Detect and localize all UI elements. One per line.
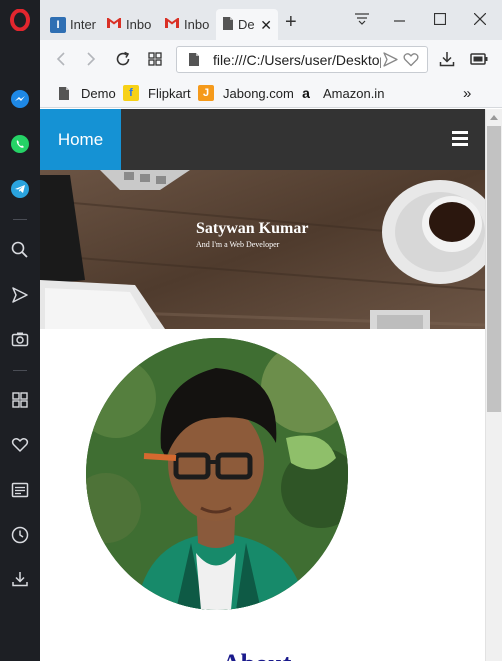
whatsapp-icon[interactable] xyxy=(8,132,32,156)
close-icon[interactable]: ✕ xyxy=(260,17,272,34)
speed-dial-icon[interactable] xyxy=(8,388,32,412)
bookmark-heart-icon[interactable] xyxy=(403,52,419,72)
back-button[interactable] xyxy=(50,48,72,70)
bookmark-amazon[interactable]: a Amazon.in xyxy=(298,83,384,103)
bookmark-demo[interactable]: Demo xyxy=(56,83,116,103)
home-link[interactable]: Home xyxy=(40,109,121,170)
is-icon: I xyxy=(50,16,66,33)
bookmarks-bar: Demo f Flipkart J Jabong.com a Amazon.in… xyxy=(40,78,502,108)
tab-strip: I Inter Inbo Inbo De ✕ + xyxy=(40,0,502,40)
profile-photo xyxy=(86,338,348,610)
send-icon[interactable] xyxy=(383,52,398,72)
tab-inbox-2[interactable]: Inbo xyxy=(158,9,214,40)
battery-saver-icon[interactable] xyxy=(468,48,490,70)
file-icon xyxy=(188,52,200,72)
profile-photo-image xyxy=(86,338,348,610)
jabong-icon: J xyxy=(198,85,214,101)
news-icon[interactable] xyxy=(8,478,32,502)
bookmark-label: Flipkart xyxy=(148,85,191,101)
bookmark-jabong[interactable]: J Jabong.com xyxy=(198,83,294,103)
tab-label: Inbo xyxy=(126,17,152,32)
telegram-icon[interactable] xyxy=(8,177,32,201)
opera-logo-icon[interactable] xyxy=(8,8,32,32)
flipkart-icon: f xyxy=(123,85,139,101)
bookmark-label: Jabong.com xyxy=(223,85,294,101)
tab-label: De xyxy=(238,17,255,32)
address-bar[interactable]: file:///C:/Users/user/Desktop xyxy=(176,46,428,73)
tab-desktop[interactable]: De ✕ xyxy=(216,9,278,40)
tab-inbox-1[interactable]: Inbo xyxy=(100,9,156,40)
sidebar-divider xyxy=(13,370,27,371)
about-heading: About xyxy=(222,649,291,661)
chevron-double-right-icon: » xyxy=(463,84,472,102)
hamburger-menu-icon[interactable] xyxy=(452,131,468,146)
site-navbar: Home xyxy=(40,109,485,170)
opera-sidebar xyxy=(0,0,40,661)
scrollbar-thumb[interactable] xyxy=(487,126,501,412)
desk-background-image xyxy=(40,170,485,329)
tab-menu-icon[interactable] xyxy=(352,10,372,28)
download-button[interactable] xyxy=(436,48,458,70)
history-icon[interactable] xyxy=(8,523,32,547)
close-window-icon[interactable] xyxy=(470,10,490,28)
tab-label: Inbo xyxy=(184,17,210,32)
tab-inter[interactable]: I Inter xyxy=(44,9,98,40)
scroll-up-arrow-icon[interactable] xyxy=(486,109,502,125)
search-icon[interactable] xyxy=(8,238,32,262)
maximize-icon[interactable] xyxy=(430,10,450,28)
messenger-icon[interactable] xyxy=(8,87,32,111)
address-bar-row: file:///C:/Users/user/Desktop xyxy=(40,40,502,78)
page-viewport: Home Satywan Kumar And I'm a Web Develop… xyxy=(40,109,485,661)
heart-icon[interactable] xyxy=(8,433,32,457)
document-icon xyxy=(222,16,234,34)
bookmark-label: Amazon.in xyxy=(323,85,385,101)
sidebar-divider xyxy=(13,219,27,220)
bookmark-flipkart[interactable]: f Flipkart xyxy=(123,83,191,103)
camera-icon[interactable] xyxy=(8,327,32,351)
reload-button[interactable] xyxy=(112,48,134,70)
forward-button[interactable] xyxy=(80,48,102,70)
new-tab-button[interactable]: + xyxy=(285,12,297,32)
gmail-icon xyxy=(164,17,180,32)
minimize-icon[interactable] xyxy=(390,10,410,28)
url-text[interactable]: file:///C:/Users/user/Desktop xyxy=(213,52,381,68)
hero-banner: Satywan Kumar And I'm a Web Developer xyxy=(40,170,485,329)
hero-name: Satywan Kumar xyxy=(196,220,309,237)
amazon-icon: a xyxy=(302,85,310,101)
bookmark-label: Demo xyxy=(81,85,116,101)
page-scrollbar[interactable] xyxy=(485,109,502,661)
hero-tagline: And I'm a Web Developer xyxy=(196,240,280,249)
downloads-icon[interactable] xyxy=(8,567,32,591)
send-icon[interactable] xyxy=(8,283,32,307)
document-icon xyxy=(56,85,72,101)
tab-label: Inter xyxy=(70,17,97,32)
tab-grid-button[interactable] xyxy=(144,48,166,70)
more-bookmarks-button[interactable]: » xyxy=(463,83,471,103)
gmail-icon xyxy=(106,17,122,32)
